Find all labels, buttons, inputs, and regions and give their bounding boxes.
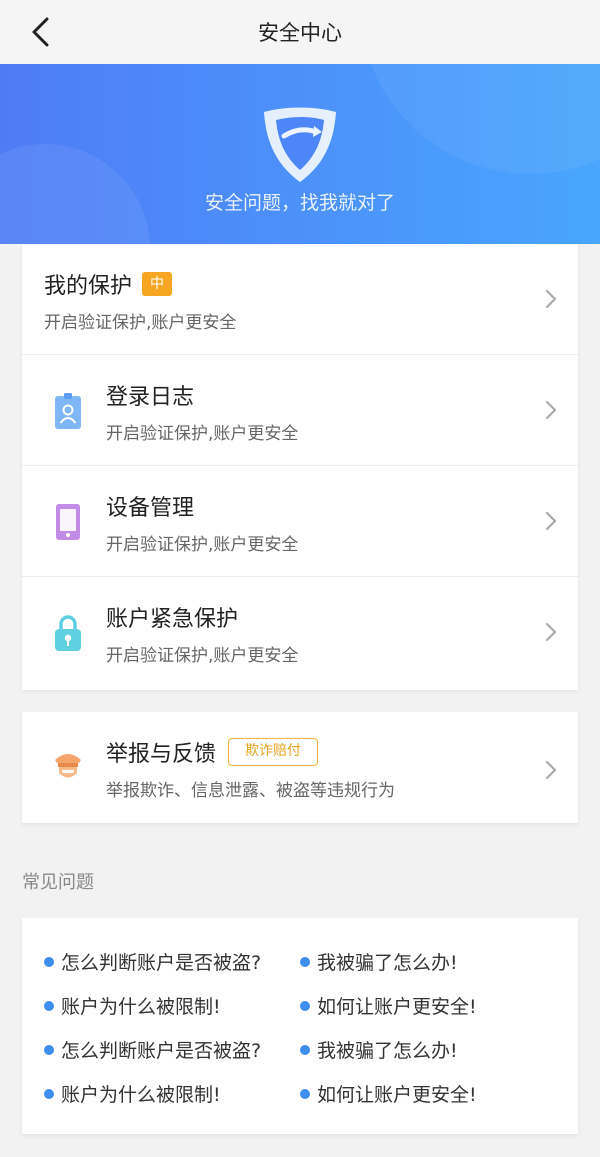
faq-question: 我被骗了怎么办! (317, 1040, 458, 1062)
chevron-left-icon[interactable] (22, 14, 58, 50)
faq-link[interactable]: 账户为什么被限制! (44, 1080, 221, 1107)
chevron-right-icon (545, 622, 557, 642)
police-icon (55, 754, 81, 778)
row-subtitle: 开启验证保护,账户更安全 (106, 535, 299, 555)
faq-question: 我被骗了怎么办! (317, 952, 458, 974)
row-title: 举报与反馈 (106, 742, 217, 767)
id-badge-icon (55, 393, 81, 429)
protection-card: 我的保护 中 开启验证保护,账户更安全 登录日志 开启验证保护,账户更安全 设备… (22, 244, 578, 690)
list-item-login-log[interactable]: 登录日志 开启验证保护,账户更安全 (22, 355, 578, 466)
banner-slogan: 安全问题，找我就对了 (204, 192, 395, 214)
faq-link[interactable]: 怎么判断账户是否被盗? (44, 948, 261, 975)
bullet-dot (44, 1000, 54, 1011)
bullet-dot (300, 1044, 310, 1055)
faq-link[interactable]: 我被骗了怎么办! (300, 948, 458, 975)
chevron-right-icon (545, 760, 557, 780)
report-card: 举报与反馈 欺诈赔付 举报欺诈、信息泄露、被盗等违规行为 (22, 712, 578, 823)
bullet-dot (44, 956, 54, 967)
my-protection-row[interactable]: 我的保护 中 开启验证保护,账户更安全 (22, 244, 578, 355)
list-item-report-feedback[interactable]: 举报与反馈 欺诈赔付 举报欺诈、信息泄露、被盗等违规行为 (22, 712, 578, 823)
hero-banner: 安全问题，找我就对了 (0, 64, 600, 244)
protection-level-badge: 中 (142, 272, 172, 296)
faq-question: 怎么判断账户是否被盗? (61, 1040, 262, 1062)
list-item-emergency-protection[interactable]: 账户紧急保护 开启验证保护,账户更安全 (22, 577, 578, 688)
bullet-dot (44, 1044, 54, 1055)
bullet-dot (300, 956, 310, 967)
faq-link[interactable]: 如何让账户更安全! (300, 1080, 477, 1107)
device-icon (56, 504, 80, 540)
row-subtitle: 开启验证保护,账户更安全 (106, 424, 299, 444)
faq-link[interactable]: 怎么判断账户是否被盗? (44, 1036, 261, 1063)
bullet-dot (44, 1088, 54, 1099)
page-title: 安全中心 (258, 21, 342, 45)
fraud-compensation-badge: 欺诈赔付 (228, 738, 318, 766)
row-subtitle: 开启验证保护,账户更安全 (44, 313, 237, 333)
faq-question: 账户为什么被限制! (61, 1084, 221, 1106)
faq-card: 怎么判断账户是否被盗? 我被骗了怎么办! 账户为什么被限制! 如何让账户更安全!… (22, 918, 578, 1134)
faq-section-label: 常见问题 (22, 872, 94, 893)
chevron-right-icon (545, 400, 557, 420)
row-title: 设备管理 (106, 496, 195, 521)
row-title: 我的保护 (44, 274, 133, 299)
shield-icon (264, 107, 336, 182)
navigation-bar: 安全中心 (0, 0, 600, 64)
bullet-dot (300, 1000, 310, 1011)
chevron-right-icon (545, 511, 557, 531)
row-title: 登录日志 (106, 385, 195, 410)
row-title: 账户紧急保护 (106, 607, 239, 632)
chevron-right-icon (545, 289, 557, 309)
faq-question: 怎么判断账户是否被盗? (61, 952, 262, 974)
lock-icon (55, 615, 81, 651)
faq-link[interactable]: 如何让账户更安全! (300, 992, 477, 1019)
list-item-device-management[interactable]: 设备管理 开启验证保护,账户更安全 (22, 466, 578, 577)
decor-circle (360, 64, 600, 174)
faq-question: 如何让账户更安全! (317, 996, 477, 1018)
faq-question: 账户为什么被限制! (61, 996, 221, 1018)
row-subtitle: 开启验证保护,账户更安全 (106, 646, 299, 666)
bullet-dot (300, 1088, 310, 1099)
faq-link[interactable]: 账户为什么被限制! (44, 992, 221, 1019)
row-subtitle: 举报欺诈、信息泄露、被盗等违规行为 (106, 781, 395, 801)
faq-link[interactable]: 我被骗了怎么办! (300, 1036, 458, 1063)
faq-question: 如何让账户更安全! (317, 1084, 477, 1106)
